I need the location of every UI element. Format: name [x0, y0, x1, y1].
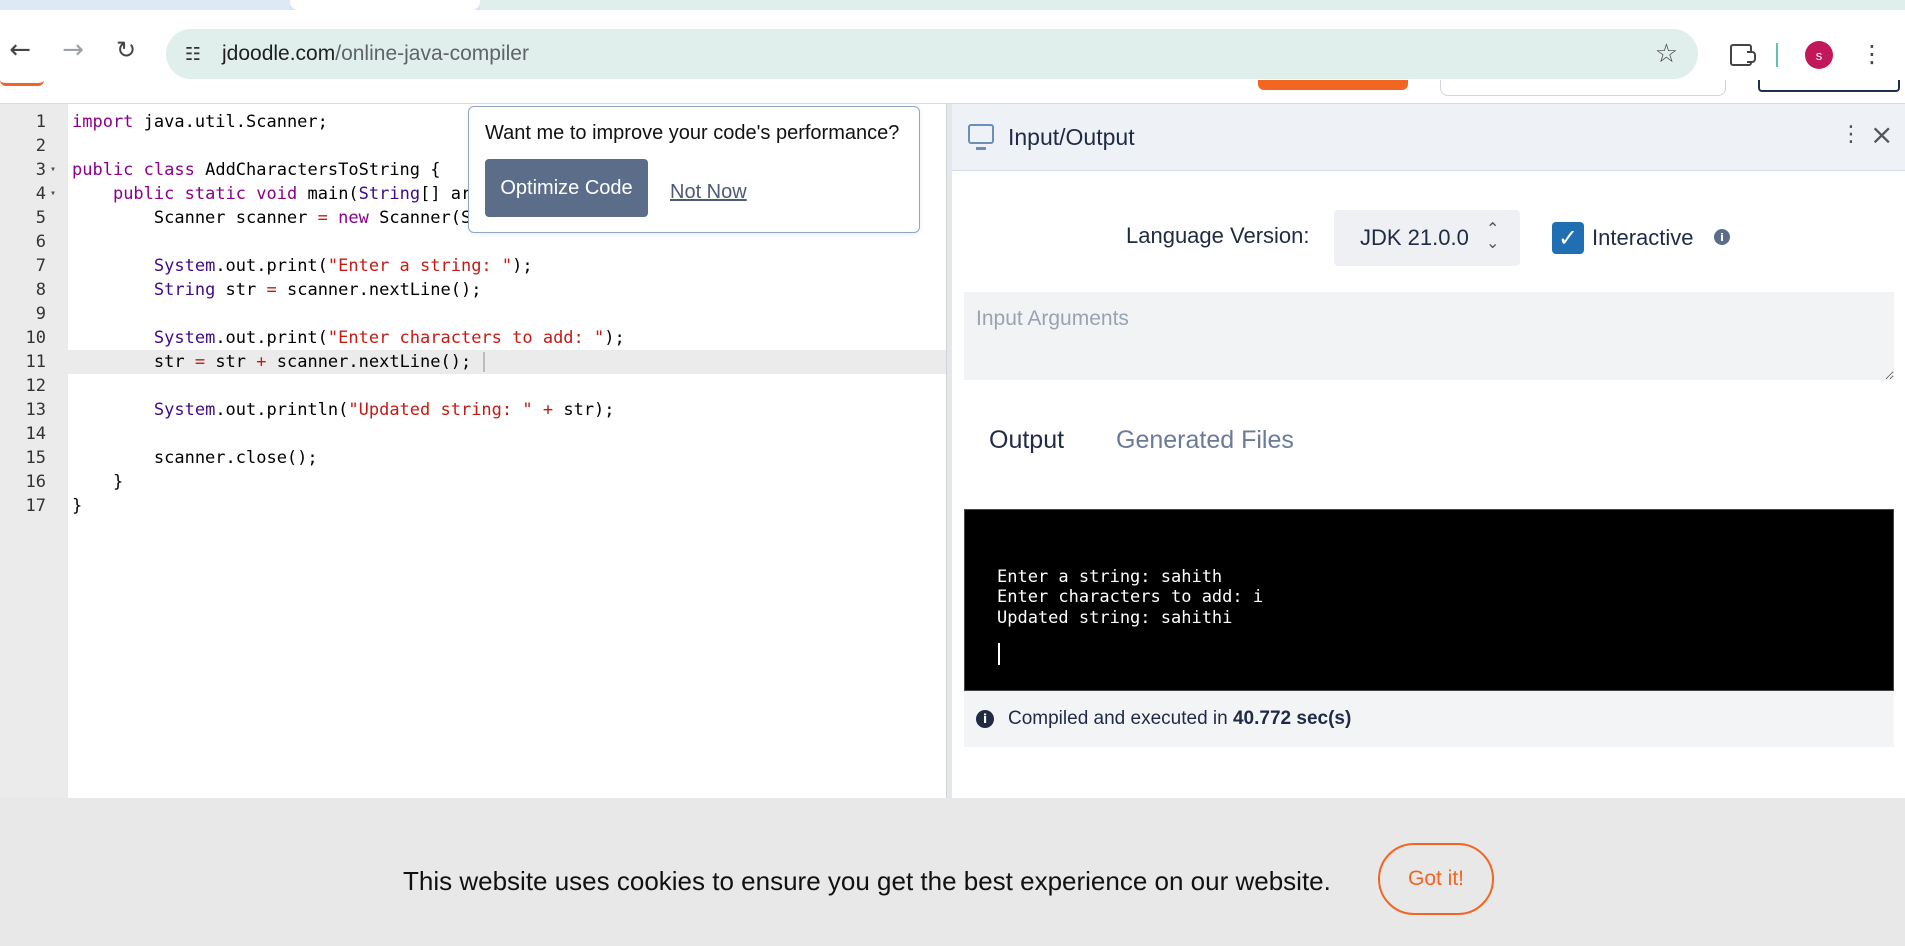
code-text[interactable]: public static void main(String[] args) {: [72, 182, 523, 206]
line-number: 10: [25, 328, 46, 348]
url-path: /online-java-compiler: [335, 42, 529, 65]
terminal-line: Updated string: sahithi: [997, 608, 1233, 628]
code-line[interactable]: 7 System.out.print("Enter a string: ");: [0, 254, 946, 278]
code-line[interactable]: 13 System.out.println("Updated string: "…: [0, 398, 946, 422]
line-number: 2: [35, 136, 46, 156]
line-number: 7: [35, 256, 46, 276]
line-number: 9: [35, 304, 46, 324]
optimize-code-button[interactable]: Optimize Code: [485, 159, 648, 217]
info-icon[interactable]: i: [1714, 229, 1730, 245]
line-number: 13: [25, 400, 46, 420]
logo[interactable]: [0, 80, 44, 86]
language-version-select[interactable]: JDK 21.0.0 ⌃ ⌄: [1334, 210, 1520, 266]
tab-generated-files[interactable]: Generated Files: [1116, 426, 1294, 455]
code-text[interactable]: scanner.close();: [72, 446, 318, 470]
line-number: 17: [25, 496, 46, 516]
code-line[interactable]: 11 str = str + scanner.nextLine();: [0, 350, 946, 374]
code-text[interactable]: }: [72, 470, 123, 494]
code-line[interactable]: 8 String str = scanner.nextLine();: [0, 278, 946, 302]
interactive-label[interactable]: Interactive: [1592, 225, 1694, 251]
execute-button[interactable]: [1258, 80, 1408, 90]
code-text[interactable]: import java.util.Scanner;: [72, 110, 328, 134]
code-text[interactable]: System.out.print("Enter characters to ad…: [72, 326, 625, 350]
language-version-value: JDK 21.0.0: [1360, 225, 1469, 250]
line-number: 6: [35, 232, 46, 252]
browser-toolbar: ← → ↻ ☷ jdoodle.com/online-java-compiler…: [0, 10, 1905, 80]
cookie-banner: This website uses cookies to ensure you …: [0, 798, 1905, 946]
line-number: 16: [25, 472, 46, 492]
code-text[interactable]: str = str + scanner.nextLine();: [72, 350, 486, 374]
fold-toggle-icon[interactable]: ▾: [50, 158, 56, 182]
chevron-updown-icon: ⌃ ⌄: [1486, 219, 1500, 252]
line-number: 3: [35, 160, 46, 180]
code-line[interactable]: 17}: [0, 494, 946, 518]
url-text[interactable]: jdoodle.com/online-java-compiler: [222, 42, 529, 66]
monitor-icon: [968, 124, 994, 150]
interactive-checkbox[interactable]: ✓: [1552, 222, 1584, 254]
code-text[interactable]: public class AddCharactersToString {: [72, 158, 441, 182]
forward-arrow-icon[interactable]: →: [53, 30, 93, 70]
tab-strip: [0, 0, 1905, 10]
line-number: 15: [25, 448, 46, 468]
avatar[interactable]: s: [1805, 41, 1833, 69]
panel-title: Input/Output: [1008, 124, 1135, 150]
reload-icon[interactable]: ↻: [106, 30, 146, 70]
extensions-icon[interactable]: [1724, 38, 1758, 72]
url-host: jdoodle.com: [222, 42, 336, 65]
header-field[interactable]: [1440, 80, 1726, 96]
panel-menu-icon[interactable]: ⋮: [1840, 122, 1862, 147]
line-number: 14: [25, 424, 46, 444]
code-text[interactable]: System.out.println("Updated string: " + …: [72, 398, 615, 422]
code-line[interactable]: 9: [0, 302, 946, 326]
line-number: 4: [35, 184, 46, 204]
execution-status: i Compiled and executed in 40.772 sec(s): [964, 691, 1894, 747]
optimize-popup: Want me to improve your code's performan…: [468, 106, 920, 233]
line-number: 12: [25, 376, 46, 396]
terminal-line: Enter characters to add: i: [997, 587, 1264, 607]
terminal-line: Enter a string: sahith: [997, 567, 1223, 587]
panel-header: Input/Output ⋮ ×: [952, 104, 1905, 171]
line-number: 1: [35, 112, 46, 132]
tab-output[interactable]: Output: [989, 426, 1064, 455]
active-tab[interactable]: [290, 0, 480, 10]
status-prefix: Compiled and executed in: [1008, 708, 1233, 729]
code-line[interactable]: 10 System.out.print("Enter characters to…: [0, 326, 946, 350]
info-icon: i: [976, 710, 994, 728]
output-terminal[interactable]: Enter a string: sahith Enter characters …: [964, 509, 1894, 691]
back-arrow-icon[interactable]: ←: [0, 30, 40, 70]
close-icon[interactable]: ×: [1870, 118, 1893, 151]
code-text[interactable]: }: [72, 494, 82, 518]
toolbar-separator: [1776, 43, 1778, 67]
inactive-tab[interactable]: [0, 0, 290, 10]
cookie-message: This website uses cookies to ensure you …: [403, 866, 1331, 896]
not-now-link[interactable]: Not Now: [670, 181, 747, 204]
code-text[interactable]: System.out.print("Enter a string: ");: [72, 254, 533, 278]
code-line[interactable]: 6: [0, 230, 946, 254]
code-line[interactable]: 14: [0, 422, 946, 446]
status-time: 40.772 sec(s): [1232, 708, 1352, 729]
line-number: 11: [25, 352, 46, 372]
code-line[interactable]: 15 scanner.close();: [0, 446, 946, 470]
star-icon[interactable]: ☆: [1655, 39, 1678, 69]
input-arguments-field[interactable]: [964, 292, 1894, 380]
status-text: Compiled and executed in 40.772 sec(s): [1008, 708, 1351, 730]
code-text[interactable]: String str = scanner.nextLine();: [72, 278, 482, 302]
line-number: 5: [35, 208, 46, 228]
code-line[interactable]: 16 }: [0, 470, 946, 494]
io-panel: Input/Output ⋮ × Language Version: JDK 2…: [952, 104, 1905, 798]
popup-question: Want me to improve your code's performan…: [485, 122, 900, 144]
fold-toggle-icon[interactable]: ▾: [50, 182, 56, 206]
code-line[interactable]: 12: [0, 374, 946, 398]
site-info-icon[interactable]: ☷: [180, 41, 206, 67]
kebab-menu-icon[interactable]: ⋮: [1860, 36, 1884, 72]
line-number: 8: [35, 280, 46, 300]
header-button[interactable]: [1758, 80, 1900, 92]
page-header: [0, 80, 1905, 104]
got-it-button[interactable]: Got it!: [1378, 843, 1494, 915]
terminal-cursor: [998, 643, 1000, 665]
language-version-label: Language Version:: [1126, 223, 1310, 248]
tab-strip-background: [480, 0, 1905, 10]
address-bar[interactable]: ☷ jdoodle.com/online-java-compiler ☆: [166, 29, 1698, 79]
